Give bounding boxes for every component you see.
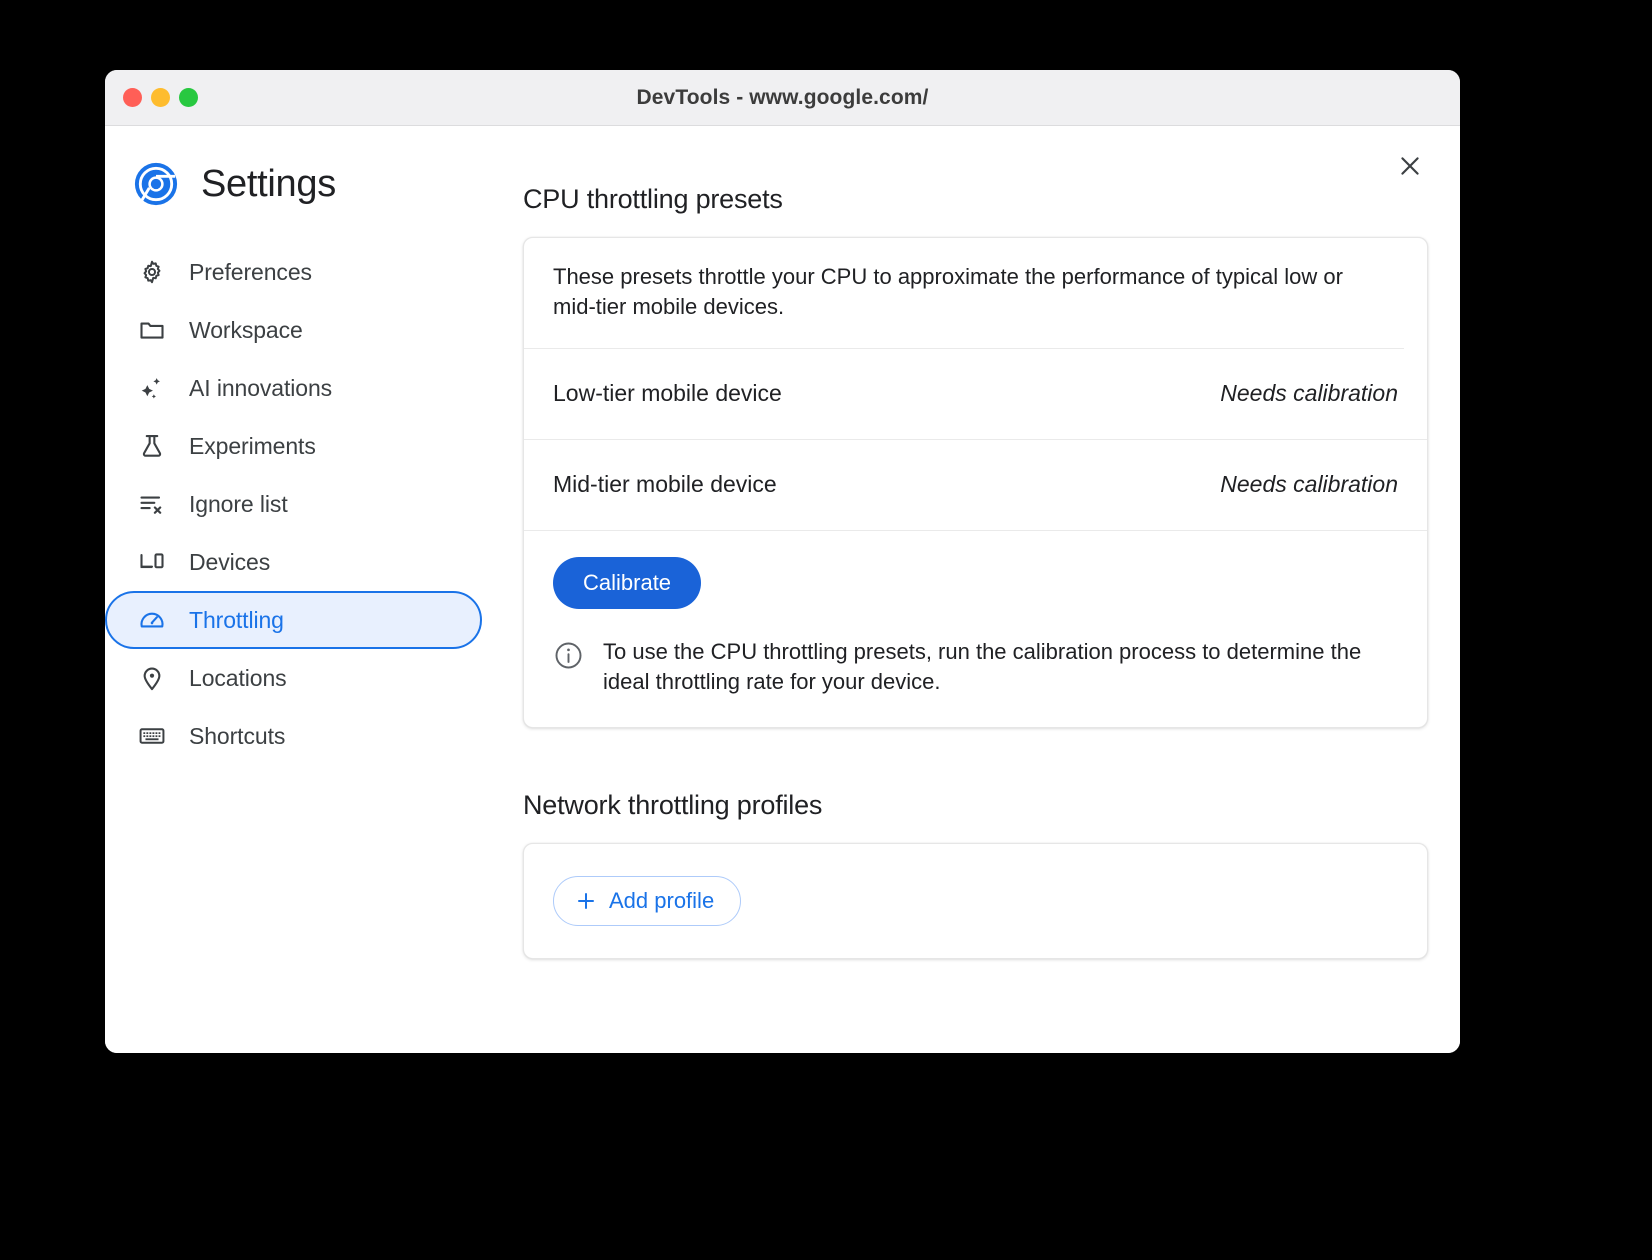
cpu-throttling-description: These presets throttle your CPU to appro… xyxy=(524,238,1404,349)
close-settings-button[interactable] xyxy=(1390,146,1430,186)
devtools-window: DevTools - www.google.com/ Settings Pref… xyxy=(105,70,1460,1053)
plus-icon xyxy=(578,893,594,910)
folder-icon xyxy=(137,315,167,345)
sidebar-item-label: AI innovations xyxy=(189,374,333,401)
location-pin-icon xyxy=(137,663,167,693)
sparkle-icon xyxy=(137,373,167,403)
add-profile-label: Add profile xyxy=(609,888,715,914)
settings-sidebar: Settings Preferences Workspace AI innova… xyxy=(105,126,505,1053)
settings-header: Settings xyxy=(105,161,505,207)
calibration-info-text: To use the CPU throttling presets, run t… xyxy=(603,638,1362,694)
add-profile-button[interactable]: Add profile xyxy=(553,876,742,927)
preset-name: Mid-tier mobile device xyxy=(553,471,777,498)
cpu-throttling-heading: CPU throttling presets xyxy=(523,184,783,214)
sidebar-item-label: Ignore list xyxy=(189,490,288,517)
sidebar-item-label: Devices xyxy=(189,548,271,575)
sidebar-item-shortcuts[interactable]: Shortcuts xyxy=(105,707,482,765)
info-icon xyxy=(553,640,584,676)
close-icon xyxy=(1401,157,1419,175)
window-titlebar: DevTools - www.google.com/ xyxy=(105,70,1460,126)
preset-status: Needs calibration xyxy=(1220,380,1398,407)
sidebar-item-label: Experiments xyxy=(189,432,316,459)
chrome-logo-icon xyxy=(133,161,179,207)
sidebar-item-label: Workspace xyxy=(189,316,303,343)
sidebar-item-label: Locations xyxy=(189,664,287,691)
sidebar-item-locations[interactable]: Locations xyxy=(105,649,482,707)
settings-dialog: Settings Preferences Workspace AI innova… xyxy=(105,126,1460,1053)
sidebar-item-preferences[interactable]: Preferences xyxy=(105,243,482,301)
page-title: Settings xyxy=(201,162,336,205)
preset-row[interactable]: Low-tier mobile device Needs calibration xyxy=(524,349,1427,440)
network-throttling-section: Network throttling profiles Add profile xyxy=(523,790,1428,960)
preset-name: Low-tier mobile device xyxy=(553,380,782,407)
devices-icon xyxy=(137,547,167,577)
sidebar-item-label: Preferences xyxy=(189,258,312,285)
settings-nav: Preferences Workspace AI innovations Exp… xyxy=(105,243,505,765)
list-x-icon xyxy=(137,489,167,519)
sidebar-item-workspace[interactable]: Workspace xyxy=(105,301,482,359)
calibrate-button[interactable]: Calibrate xyxy=(553,556,702,609)
sidebar-item-throttling[interactable]: Throttling xyxy=(105,591,482,649)
sidebar-item-label: Shortcuts xyxy=(189,722,286,749)
gear-icon xyxy=(137,257,167,287)
speedometer-icon xyxy=(137,605,167,635)
network-throttling-heading: Network throttling profiles xyxy=(523,790,823,821)
sidebar-item-devices[interactable]: Devices xyxy=(105,533,482,591)
preset-status: Needs calibration xyxy=(1220,471,1398,498)
sidebar-item-ai-innovations[interactable]: AI innovations xyxy=(105,359,482,417)
calibration-info: To use the CPU throttling presets, run t… xyxy=(524,609,1427,727)
preset-row[interactable]: Mid-tier mobile device Needs calibration xyxy=(524,440,1427,531)
sidebar-item-experiments[interactable]: Experiments xyxy=(105,417,482,475)
sidebar-item-label: Throttling xyxy=(189,606,284,633)
keyboard-icon xyxy=(137,721,167,751)
network-profiles-body: Add profile xyxy=(524,844,1427,958)
window-title: DevTools - www.google.com/ xyxy=(636,85,929,109)
cpu-throttling-card: These presets throttle your CPU to appro… xyxy=(523,237,1428,729)
flask-icon xyxy=(137,431,167,461)
network-profiles-card: Add profile xyxy=(523,843,1428,960)
settings-content: CPU throttling presets These presets thr… xyxy=(505,126,1460,1053)
cpu-card-actions: Calibrate xyxy=(524,531,1427,609)
sidebar-item-ignore-list[interactable]: Ignore list xyxy=(105,475,482,533)
